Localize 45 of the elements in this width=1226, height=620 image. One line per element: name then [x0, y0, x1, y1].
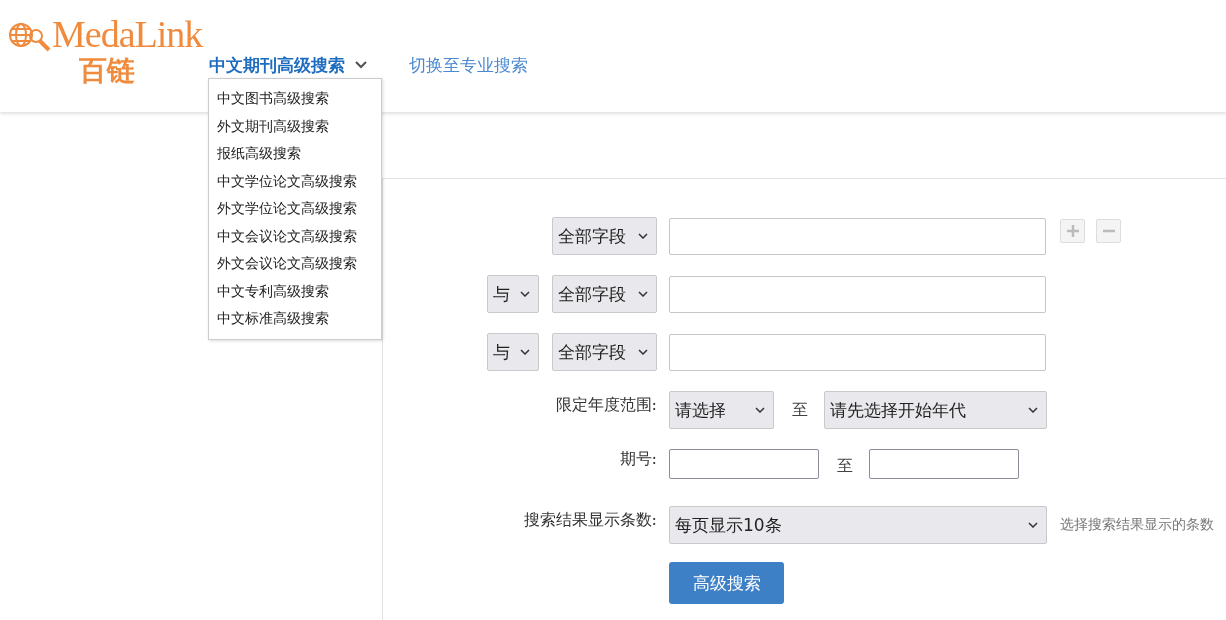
field-label: 限定年度范围: [555, 394, 657, 416]
field-label: 搜索结果显示条数: [523, 509, 657, 531]
chevron-down-icon [755, 407, 765, 413]
chevron-down-icon [520, 291, 530, 297]
logo-subtitle: 百链 [79, 54, 136, 88]
menu-item[interactable]: 外文会议论文高级搜索 [209, 250, 381, 278]
search-input-field[interactable] [669, 217, 1046, 255]
range-separator: 至 [792, 399, 808, 421]
hint-text: 选择搜索结果显示的条数 [1060, 516, 1214, 534]
chevron-down-icon [520, 349, 530, 355]
plus-icon [1065, 224, 1080, 238]
advanced-search-button[interactable]: 高级搜索 [669, 562, 784, 604]
chevron-down-icon [638, 233, 648, 239]
field-select[interactable]: 全部字段 [552, 217, 657, 255]
range-separator: 至 [837, 455, 853, 477]
field-select[interactable]: 全部字段 [552, 333, 657, 371]
menu-item[interactable]: 中文标准高级搜索 [209, 305, 381, 333]
globe-magnifier-icon [8, 22, 52, 52]
add-row-button[interactable] [1060, 219, 1085, 243]
year-from-select[interactable]: 请选择 [669, 391, 774, 429]
switch-link[interactable]: 切换至专业搜索 [409, 53, 528, 77]
operator-select[interactable]: 与 [487, 275, 539, 313]
search-input-field[interactable] [669, 275, 1046, 313]
menu-item[interactable]: 中文图书高级搜索 [209, 85, 381, 113]
menu-item[interactable]: 中文学位论文高级搜索 [209, 167, 381, 195]
field-select[interactable]: 全部字段 [552, 275, 657, 313]
menu-item[interactable]: 中文专利高级搜索 [209, 277, 381, 305]
year-to-select[interactable]: 请先选择开始年代 [824, 391, 1047, 429]
menu-item[interactable]: 报纸高级搜索 [209, 140, 381, 168]
menu-item[interactable]: 中文会议论文高级搜索 [209, 222, 381, 250]
menu-item[interactable]: 外文期刊高级搜索 [209, 112, 381, 140]
logo-wordmark: MedaLink [52, 14, 203, 54]
chevron-down-icon [638, 291, 648, 297]
menu-item[interactable]: 外文学位论文高级搜索 [209, 195, 381, 223]
issue-from-field[interactable] [669, 449, 819, 479]
issue-to-field[interactable] [869, 449, 1019, 479]
chevron-down-icon [1028, 407, 1038, 413]
remove-row-button[interactable] [1096, 219, 1121, 243]
operator-select[interactable]: 与 [487, 333, 539, 371]
search-input-field[interactable] [669, 333, 1046, 371]
results-per-page-select[interactable]: 每页显示10条 [669, 506, 1047, 544]
chevron-down-icon [1028, 522, 1038, 528]
search-type-dropdown[interactable]: 中文期刊高级搜索 [208, 53, 367, 77]
chevron-down-icon [638, 349, 648, 355]
field-label: 期号: [619, 448, 657, 470]
